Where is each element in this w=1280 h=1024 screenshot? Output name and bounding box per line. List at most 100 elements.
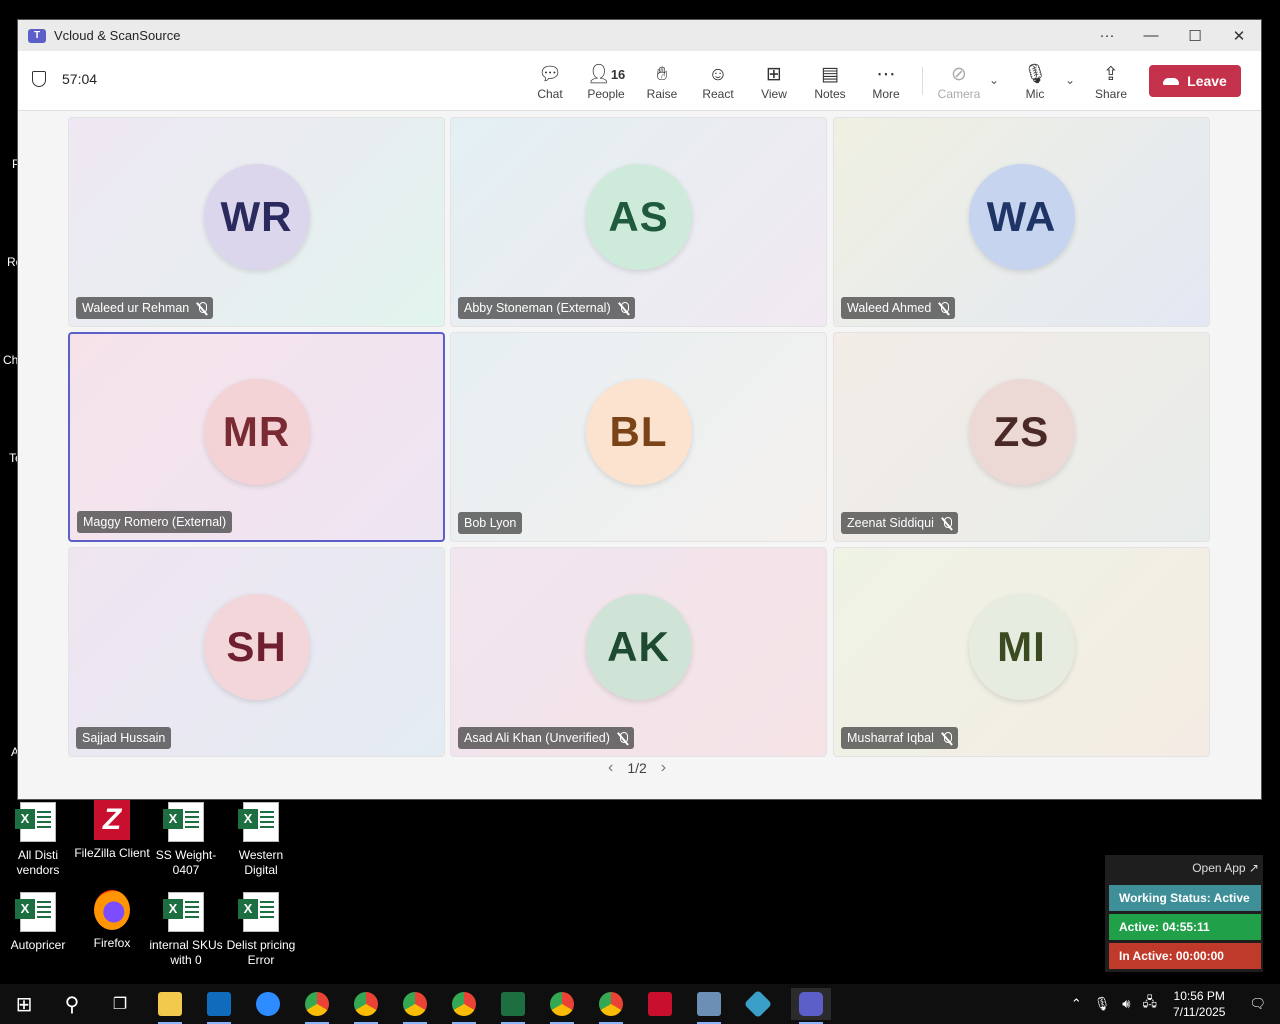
active-time-badge: Active: 04:55:11 bbox=[1109, 914, 1261, 940]
network-icon[interactable]: 🖧︎ bbox=[1142, 993, 1157, 1015]
taskbar-filezilla[interactable] bbox=[644, 988, 676, 1020]
taskbar-excel[interactable] bbox=[497, 988, 529, 1024]
participant-avatar: SH bbox=[203, 594, 310, 700]
mic-button[interactable]: 🎙︎ Mic bbox=[1007, 63, 1063, 101]
participant-name-tag: Zeenat Siddiqui bbox=[841, 512, 958, 534]
leave-button[interactable]: Leave bbox=[1149, 65, 1241, 97]
participant-name-tag: Maggy Romero (External) bbox=[77, 511, 233, 533]
start-button[interactable]: ⊞ bbox=[8, 988, 40, 1020]
taskbar-outlook[interactable] bbox=[203, 988, 235, 1024]
taskbar-clock[interactable]: 10:56 PM 7/11/2025 bbox=[1173, 988, 1226, 1020]
desktop-icon-label: internal SKUs with 0 bbox=[149, 938, 223, 967]
taskbar-zoom[interactable] bbox=[252, 988, 284, 1020]
participant-tile[interactable]: MI Musharraf Iqbal bbox=[833, 547, 1210, 757]
desktop-icon-internal-skus[interactable]: internal SKUs with 0 bbox=[148, 892, 224, 968]
mic-muted-icon bbox=[618, 731, 628, 745]
working-status-badge: Working Status: Active bbox=[1109, 885, 1261, 911]
task-view-button[interactable]: ❐ bbox=[104, 988, 136, 1020]
toolbar-divider bbox=[922, 67, 923, 95]
tray-chevron-icon[interactable]: ⌃ bbox=[1071, 996, 1082, 1012]
mic-options-chevron-icon[interactable]: ⌄ bbox=[1065, 73, 1075, 87]
volume-icon[interactable]: 🔊︎ bbox=[1122, 996, 1130, 1012]
mic-muted-icon bbox=[619, 301, 629, 315]
hand-icon: ✋︎ bbox=[656, 64, 668, 85]
share-button[interactable]: ⇪ Share bbox=[1083, 63, 1139, 101]
taskbar-chrome[interactable] bbox=[448, 988, 480, 1024]
desktop-icon-label: Western Digital bbox=[238, 848, 284, 877]
notes-button[interactable]: ▤ Notes bbox=[802, 63, 858, 101]
view-button[interactable]: ⊞ View bbox=[746, 63, 802, 101]
taskbar-file-explorer[interactable] bbox=[154, 988, 186, 1024]
desktop-icon-filezilla[interactable]: Z FileZilla Client bbox=[74, 800, 150, 861]
participant-tile[interactable]: SH Sajjad Hussain bbox=[68, 547, 445, 757]
open-app-link[interactable]: Open App ↗ bbox=[1192, 861, 1259, 875]
mic-label: Mic bbox=[1025, 87, 1045, 101]
desktop-icon-label: Delist pricing Error bbox=[226, 938, 296, 967]
taskbar-chrome[interactable] bbox=[350, 988, 382, 1024]
more-button[interactable]: ⋯ More bbox=[858, 63, 914, 101]
teams-icon bbox=[799, 992, 823, 1016]
participant-tile[interactable]: AS Abby Stoneman (External) bbox=[450, 117, 827, 327]
participant-tile[interactable]: AK Asad Ali Khan (Unverified) bbox=[450, 547, 827, 757]
view-label: View bbox=[761, 87, 787, 101]
search-button[interactable]: ⚲ bbox=[56, 988, 88, 1020]
microphone-icon[interactable]: 🎙︎ bbox=[1094, 996, 1111, 1012]
leave-label: Leave bbox=[1187, 73, 1227, 89]
people-button[interactable]: 👤︎16 People bbox=[578, 63, 634, 101]
taskbar-chrome[interactable] bbox=[399, 988, 431, 1024]
desktop-edge-label: Ch bbox=[3, 353, 19, 367]
maximize-button[interactable]: ☐ bbox=[1173, 27, 1217, 45]
desktop-icon-all-disti-vendors[interactable]: All Disti vendors bbox=[0, 802, 76, 878]
participant-avatar: AS bbox=[585, 164, 692, 270]
more-options-button[interactable]: ··· bbox=[1085, 27, 1129, 45]
participant-tile[interactable]: ZS Zeenat Siddiqui bbox=[833, 332, 1210, 542]
excel-file-icon bbox=[163, 802, 204, 842]
participant-name: Asad Ali Khan (Unverified) bbox=[464, 731, 610, 745]
outlook-icon bbox=[207, 992, 231, 1016]
hang-up-icon bbox=[1163, 77, 1180, 85]
participant-name: Sajjad Hussain bbox=[82, 731, 166, 745]
window-titlebar[interactable]: T Vcloud & ScanSource ··· — ☐ ✕ bbox=[18, 20, 1261, 51]
desktop-icon-ss-weight[interactable]: SS Weight-0407 bbox=[148, 802, 224, 878]
meeting-duration: 57:04 bbox=[62, 71, 98, 87]
desktop-icon-western-digital[interactable]: Western Digital bbox=[223, 802, 299, 878]
chrome-icon bbox=[452, 992, 476, 1016]
more-label: More bbox=[872, 87, 900, 101]
participant-tile[interactable]: WR Waleed ur Rehman bbox=[68, 117, 445, 327]
camera-button[interactable]: ⊘ Camera bbox=[931, 63, 987, 101]
taskbar-teams[interactable] bbox=[791, 988, 831, 1024]
previous-page-button[interactable]: ‹ bbox=[608, 759, 613, 777]
chat-button[interactable]: 💬︎ Chat bbox=[522, 63, 578, 101]
camera-options-chevron-icon[interactable]: ⌄ bbox=[989, 73, 999, 87]
more-dots-icon: ⋯ bbox=[876, 64, 896, 85]
taskbar-chrome[interactable] bbox=[301, 988, 333, 1024]
close-window-button[interactable]: ✕ bbox=[1217, 27, 1261, 45]
mic-off-icon: 🎙︎ bbox=[1022, 64, 1048, 85]
react-button[interactable]: ☺ React bbox=[690, 63, 746, 101]
windows-logo-icon: ⊞ bbox=[15, 993, 33, 1016]
minimize-button[interactable]: — bbox=[1129, 27, 1173, 45]
page-indicator: 1/2 bbox=[627, 760, 647, 776]
app-icon bbox=[743, 989, 773, 1019]
people-icon: 👤︎16 bbox=[586, 64, 626, 85]
notifications-icon[interactable]: 🗨︎ bbox=[1249, 996, 1266, 1012]
desktop-icon-label: Firefox bbox=[93, 936, 131, 950]
next-page-button[interactable]: › bbox=[661, 759, 666, 777]
taskbar-app[interactable] bbox=[742, 988, 774, 1020]
participant-tile[interactable]: MR Maggy Romero (External) bbox=[68, 332, 445, 542]
participant-avatar: ZS bbox=[968, 379, 1075, 485]
desktop-icon-autopricer[interactable]: Autopricer bbox=[0, 892, 76, 953]
desktop-icon-delist-pricing[interactable]: Delist pricing Error bbox=[223, 892, 299, 968]
taskbar-chrome[interactable] bbox=[546, 988, 578, 1024]
taskbar-chrome[interactable] bbox=[595, 988, 627, 1024]
participant-tile[interactable]: WA Waleed Ahmed bbox=[833, 117, 1210, 327]
participant-name: Zeenat Siddiqui bbox=[847, 516, 934, 530]
desktop-icon-firefox[interactable]: Firefox bbox=[74, 890, 150, 951]
desktop-icon-label: SS Weight-0407 bbox=[155, 848, 217, 877]
teams-logo-icon: T bbox=[28, 28, 46, 43]
participant-tile[interactable]: BL Bob Lyon bbox=[450, 332, 827, 542]
raise-hand-button[interactable]: ✋︎ Raise bbox=[634, 63, 690, 101]
calculator-icon bbox=[697, 992, 721, 1016]
chrome-icon bbox=[354, 992, 378, 1016]
taskbar-calculator[interactable] bbox=[693, 988, 725, 1024]
